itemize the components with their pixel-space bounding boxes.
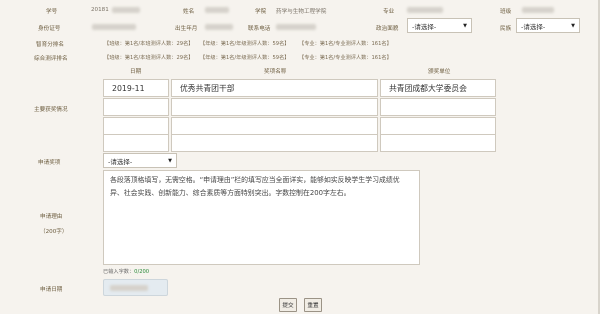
award-org-input-2[interactable] [380, 98, 496, 116]
awards-section-label: 主要获奖情况 [34, 107, 68, 113]
chevron-down-icon: ▼ [571, 22, 575, 29]
apply-date-field[interactable] [103, 279, 168, 296]
award-date-input-4[interactable] [103, 134, 169, 152]
awards-col-name: 奖项名称 [264, 69, 287, 75]
award-name-input-4[interactable] [171, 134, 378, 152]
academic-rank-label: 智育分排名 [36, 42, 64, 48]
award-name-input-2[interactable] [171, 98, 378, 116]
award-org-input-1[interactable]: 共青团成都大学委员会 [380, 79, 496, 97]
college-value: 药学与生物工程学院 [276, 9, 327, 15]
name-label: 姓名 [183, 9, 195, 15]
apply-award-select[interactable]: -请选择- ▼ [103, 153, 177, 168]
redacted-major [407, 7, 443, 13]
overall-class-rank: 【班级：第1名/本班测评人数：29名】 [104, 55, 194, 61]
ethnicity-select[interactable]: -请选择- ▼ [516, 18, 580, 33]
award-name-input-3[interactable] [171, 117, 378, 135]
submit-button[interactable]: 提交 [279, 298, 297, 312]
political-select-value: -请选择- [412, 22, 437, 31]
academic-major-rank: 【专业：第1名/专业测评人数：161名】 [299, 41, 392, 47]
student-id-label: 学号 [46, 9, 58, 15]
academic-grade-rank: 【年级：第1名/年级测评人数：59名】 [200, 41, 290, 47]
overall-grade-rank: 【年级：第1名/年级测评人数：59名】 [200, 55, 290, 61]
char-count: 已输入字数：0/200 [103, 268, 149, 275]
birth-label: 出生年月 [175, 26, 198, 32]
reason-sub-label: （200字） [40, 229, 68, 235]
chevron-down-icon: ▼ [168, 157, 172, 164]
redacted-class [522, 7, 554, 13]
student-id-value: 20181 [91, 7, 109, 13]
awards-col-date: 日期 [130, 69, 142, 75]
phone-label: 联系电话 [248, 26, 271, 32]
award-date-input-1[interactable]: 2019-11 [103, 79, 169, 97]
apply-award-select-value: -请选择- [108, 157, 133, 166]
major-label: 专业 [383, 9, 395, 15]
redacted-phone [276, 24, 316, 30]
overall-rank-label: 综合测评排名 [34, 56, 68, 62]
political-select[interactable]: -请选择- ▼ [407, 18, 472, 33]
overall-major-rank: 【专业：第1名/专业测评人数：161名】 [299, 55, 392, 61]
apply-date-label: 申请日期 [40, 287, 63, 293]
ethnicity-label: 民族 [500, 26, 512, 32]
awards-col-org: 颁奖单位 [428, 69, 451, 75]
apply-award-label: 申请奖项 [38, 160, 61, 166]
award-date-input-3[interactable] [103, 117, 169, 135]
academic-class-rank: 【班级：第1名/本班测评人数：29名】 [104, 41, 194, 47]
award-name-input-1[interactable]: 优秀共青团干部 [171, 79, 378, 97]
chevron-down-icon: ▼ [463, 22, 467, 29]
award-org-input-3[interactable] [380, 117, 496, 135]
political-label: 政治面貌 [376, 26, 399, 32]
redacted-id-card [92, 24, 136, 30]
award-date-input-2[interactable] [103, 98, 169, 116]
ethnicity-select-value: -请选择- [521, 22, 546, 31]
class-label: 班级 [500, 9, 512, 15]
reason-textarea[interactable]: 各段落顶格填写，无需空格。“申请理由”栏的填写应当全面详实，能够如实反映学生学习… [103, 170, 420, 265]
char-count-value: 0/200 [134, 269, 150, 275]
college-label: 学院 [255, 9, 267, 15]
award-org-input-4[interactable] [380, 134, 496, 152]
reset-button[interactable]: 重置 [304, 298, 322, 312]
id-card-label: 身份证号 [38, 26, 61, 32]
redacted-apply-date [110, 285, 148, 291]
redacted-birth [205, 24, 233, 30]
redacted-student-id [112, 7, 140, 13]
reason-label: 申请理由 [40, 214, 63, 220]
redacted-name [205, 7, 229, 13]
char-count-prefix: 已输入字数： [103, 269, 135, 275]
